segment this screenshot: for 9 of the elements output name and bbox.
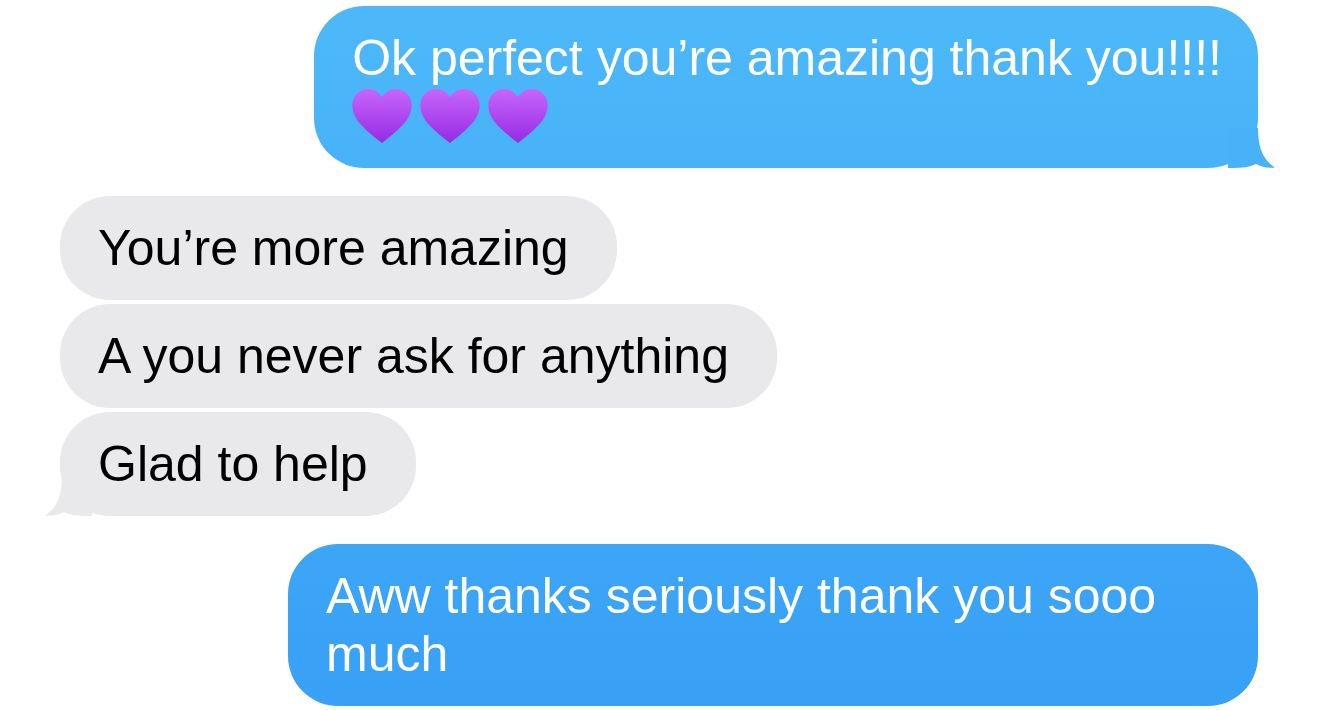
heart-icon: [420, 89, 481, 143]
heart-icon: [488, 89, 549, 143]
message-text: Glad to help: [98, 435, 368, 493]
message-text: You’re more amazing: [98, 219, 569, 277]
message-text: A you never ask for anything: [98, 327, 729, 385]
bubble-tail-icon: [1228, 128, 1276, 168]
heart-icon: [352, 89, 413, 143]
message-text: Aww thanks seriously thank you sooo much: [326, 567, 1158, 683]
message-text: Ok perfect you’re amazing thank you!!!!: [352, 29, 1222, 87]
